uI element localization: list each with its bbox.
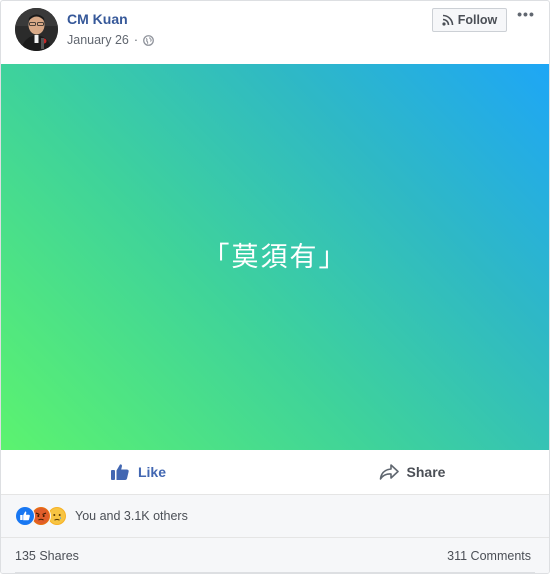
reactions-summary[interactable]: You and 3.1K others: [75, 509, 188, 523]
rss-icon: [442, 14, 454, 26]
avatar-portrait-icon: [15, 8, 58, 51]
author-name[interactable]: CM Kuan: [67, 11, 128, 27]
shares-count[interactable]: 135 Shares: [15, 549, 79, 563]
meta-separator: ·: [133, 33, 139, 47]
engagement-counts: 135 Shares 311 Comments: [1, 538, 549, 573]
post-meta: January 26 ·: [67, 33, 154, 47]
thumbs-up-icon: [110, 464, 129, 480]
more-options-button[interactable]: •••: [516, 7, 536, 25]
facebook-post: CM Kuan January 26 · Follow ••• 「莫須有」 Li…: [0, 0, 550, 574]
comments-count[interactable]: 311 Comments: [447, 549, 531, 563]
follow-label: Follow: [457, 13, 498, 27]
media-caption-text: 「莫須有」: [202, 241, 348, 273]
like-reaction-icon: [15, 506, 35, 526]
reaction-icons[interactable]: [15, 506, 67, 526]
like-button[interactable]: Like: [1, 450, 275, 494]
globe-icon[interactable]: [143, 34, 154, 46]
post-date[interactable]: January 26: [67, 33, 129, 47]
bottom-divider: [15, 572, 535, 573]
share-label: Share: [406, 464, 446, 480]
post-header: CM Kuan January 26 · Follow •••: [1, 1, 549, 64]
post-media-image[interactable]: 「莫須有」: [1, 64, 549, 450]
share-arrow-icon: [379, 464, 399, 480]
follow-button[interactable]: Follow: [432, 8, 507, 32]
post-actions: Like Share: [1, 450, 549, 495]
reactions-bar: You and 3.1K others: [1, 495, 549, 538]
like-label: Like: [137, 464, 166, 480]
author-avatar[interactable]: [15, 8, 58, 51]
share-button[interactable]: Share: [275, 450, 549, 494]
